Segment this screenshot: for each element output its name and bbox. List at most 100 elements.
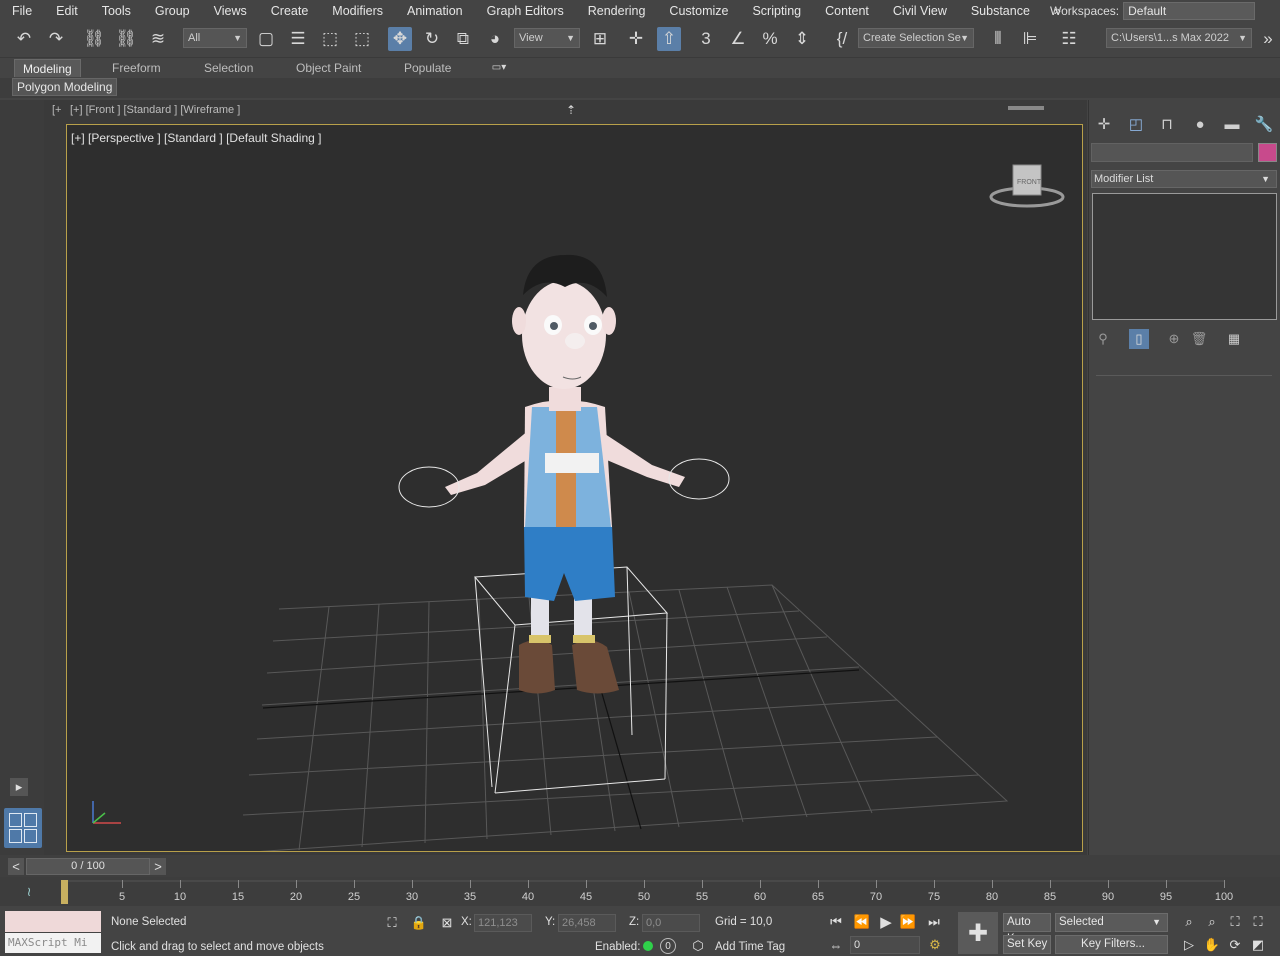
reference-coordinate-dropdown[interactable]: View ▼ <box>514 28 580 48</box>
auto-key-button[interactable]: Auto Key <box>1003 913 1051 945</box>
object-color-swatch[interactable] <box>1258 143 1277 162</box>
menu-views[interactable]: Views <box>202 4 259 18</box>
zoom-extents-all-icon[interactable]: ⛶ <box>1249 913 1267 931</box>
modify-tab-icon[interactable]: ◰ <box>1124 114 1148 134</box>
viewport-scrollbar[interactable] <box>1008 106 1044 110</box>
x-coordinate-field[interactable]: 121,123 <box>474 914 532 932</box>
zoom-all-icon[interactable]: ⌕ <box>1203 913 1221 931</box>
spinner-snap-icon[interactable]: ⇕ <box>790 27 814 51</box>
select-object-icon[interactable]: ▢ <box>254 27 278 51</box>
pivot-center-icon[interactable]: ⊞ <box>588 27 612 51</box>
menu-file[interactable]: File <box>0 4 44 18</box>
next-frame-icon[interactable]: ⏩ <box>898 913 918 931</box>
top-viewport-plus[interactable]: [+ <box>52 104 61 116</box>
utilities-tab-icon[interactable]: 🔧 <box>1252 114 1276 134</box>
project-folder-dropdown[interactable]: C:\Users\1...s Max 2022 ▼ <box>1106 28 1252 48</box>
configure-modifier-sets-icon[interactable]: ▦ <box>1224 329 1244 349</box>
set-key-big-icon[interactable]: ✚ <box>958 912 998 954</box>
pin-stack-icon[interactable]: ⚲ <box>1093 329 1113 349</box>
orbit-icon[interactable]: ⟳ <box>1226 936 1244 954</box>
menu-civil-view[interactable]: Civil View <box>881 4 959 18</box>
character-model[interactable] <box>398 254 730 694</box>
make-unique-icon[interactable]: ⊕ <box>1164 329 1184 349</box>
expand-layout-icon[interactable]: ▸ <box>10 778 28 796</box>
angle-snap-icon[interactable]: ∠ <box>726 27 750 51</box>
zoom-extents-icon[interactable]: ⛶ <box>1226 913 1244 931</box>
y-coordinate-field[interactable]: 26,458 <box>558 914 616 932</box>
polygon-modeling-panel[interactable]: Polygon Modeling <box>12 78 118 96</box>
menu-customize[interactable]: Customize <box>657 4 740 18</box>
pan-view-icon[interactable]: ✋ <box>1203 936 1221 954</box>
menu-rendering[interactable]: Rendering <box>576 4 658 18</box>
field-of-view-icon[interactable]: ▷ <box>1180 936 1198 954</box>
menu-modifiers[interactable]: Modifiers <box>320 4 395 18</box>
workspaces-dropdown[interactable]: Default <box>1123 2 1256 20</box>
current-frame-field[interactable]: 0 <box>850 936 920 954</box>
select-and-move-icon[interactable]: ✥ <box>388 27 412 51</box>
time-slider-prev-icon[interactable]: < <box>8 858 24 875</box>
window-crossing-icon[interactable]: ⬚ <box>350 27 374 51</box>
unlink-icon[interactable]: ⛓ <box>114 27 138 51</box>
ribbon-tab-selection[interactable]: Selection <box>196 59 261 77</box>
time-slider-next-icon[interactable]: > <box>150 858 166 875</box>
maximize-viewport-icon[interactable]: ◩ <box>1249 936 1267 954</box>
menu-create[interactable]: Create <box>259 4 321 18</box>
scene-explorer-icon[interactable]: ☷ <box>1057 27 1081 51</box>
z-coordinate-field[interactable]: 0,0 <box>642 914 700 932</box>
edit-named-selection-icon[interactable]: {/ <box>830 27 854 51</box>
motion-tab-icon[interactable]: ● <box>1188 114 1212 134</box>
menu-edit[interactable]: Edit <box>44 4 90 18</box>
remove-modifier-icon[interactable]: 🗑 <box>1189 329 1209 349</box>
go-to-end-icon[interactable]: ⏭ <box>924 913 944 931</box>
select-by-name-icon[interactable]: ☰ <box>286 27 310 51</box>
maxscript-mini-listener[interactable]: MAXScript Mi <box>5 933 101 953</box>
absolute-transform-icon[interactable]: ⊠ <box>438 914 456 932</box>
current-frame-marker[interactable] <box>61 880 68 904</box>
maxscript-listener-output[interactable] <box>5 911 101 932</box>
selection-filter-dropdown[interactable]: All ▼ <box>183 28 247 48</box>
add-time-tag[interactable]: Add Time Tag <box>715 941 785 953</box>
viewport-layout-icon[interactable] <box>4 808 42 848</box>
toolbar-overflow-icon[interactable]: » <box>1256 27 1280 51</box>
ribbon-options-icon[interactable]: ▭▾ <box>486 60 512 74</box>
selected-dropdown[interactable]: Selected ▼ <box>1055 913 1168 932</box>
rectangular-selection-icon[interactable]: ⬚ <box>318 27 342 51</box>
modifier-stack[interactable] <box>1092 193 1277 320</box>
object-name-field[interactable] <box>1091 143 1253 162</box>
time-tag-icon[interactable]: ⬡ <box>690 938 706 954</box>
ribbon-tab-freeform[interactable]: Freeform <box>104 59 169 77</box>
menu-graph-editors[interactable]: Graph Editors <box>475 4 576 18</box>
select-and-rotate-icon[interactable]: ↻ <box>420 27 444 51</box>
keyboard-shortcut-override-icon[interactable]: ⇧ <box>657 27 681 51</box>
redo-icon[interactable]: ↷ <box>44 27 68 51</box>
ribbon-tab-modeling[interactable]: Modeling <box>14 59 81 77</box>
enabled-indicator[interactable] <box>643 941 653 951</box>
ribbon-tab-populate[interactable]: Populate <box>396 59 459 77</box>
menu-tools[interactable]: Tools <box>90 4 143 18</box>
select-manipulate-icon[interactable]: ✛ <box>624 27 648 51</box>
menu-group[interactable]: Group <box>143 4 202 18</box>
select-and-scale-icon[interactable]: ⧉ <box>451 27 475 51</box>
adaptive-degradation-icon[interactable]: 0 <box>660 938 676 954</box>
link-icon[interactable]: ⛓ <box>82 27 106 51</box>
set-key-button[interactable]: Set Key <box>1003 935 1051 954</box>
display-tab-icon[interactable]: ▬ <box>1220 114 1244 134</box>
menu-substance[interactable]: Substance <box>959 4 1042 18</box>
hierarchy-tab-icon[interactable]: ⊓ <box>1155 114 1179 134</box>
play-icon[interactable]: ▶ <box>876 913 896 931</box>
mirror-icon[interactable]: ⫴ <box>986 27 1010 51</box>
key-mode-toggle-icon[interactable]: ⇔ <box>826 936 846 954</box>
modifier-list-dropdown[interactable]: Modifier List ▼ <box>1091 170 1277 188</box>
undo-icon[interactable]: ↶ <box>12 27 36 51</box>
viewport-pin-icon[interactable]: ⇡ <box>566 103 576 117</box>
snaps-toggle-icon[interactable]: 3 <box>694 27 718 51</box>
key-filters-button[interactable]: Key Filters... <box>1055 935 1168 954</box>
percent-snap-icon[interactable]: % <box>758 27 782 51</box>
menu-animation[interactable]: Animation <box>395 4 475 18</box>
show-end-result-icon[interactable]: ▯ <box>1129 329 1149 349</box>
align-icon[interactable]: ⊫ <box>1018 27 1042 51</box>
previous-frame-icon[interactable]: ⏪ <box>852 913 872 931</box>
menu-scripting[interactable]: Scripting <box>740 4 813 18</box>
menu-content[interactable]: Content <box>813 4 881 18</box>
go-to-start-icon[interactable]: ⏮ <box>826 913 846 931</box>
